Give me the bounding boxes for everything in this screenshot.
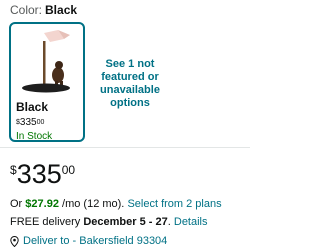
selected-color-value: Black: [45, 3, 78, 17]
swatch-color-name: Black: [16, 100, 49, 114]
installment-term: /mo (12 mo).: [62, 198, 125, 210]
color-label: Color:: [10, 3, 43, 17]
swatch-price: $33500: [16, 117, 45, 128]
swatch-stock-status: In Stock: [16, 131, 53, 142]
product-thumbnail-image: [14, 27, 80, 95]
location-pin-icon: [10, 236, 19, 247]
delivery-date: December 5 - 27: [83, 216, 168, 228]
delivery-details-link[interactable]: Details: [174, 216, 208, 228]
section-divider: [0, 147, 250, 148]
color-swatch-black[interactable]: Black $33500 In Stock: [9, 22, 85, 142]
deliver-to-location-link[interactable]: Deliver to - Bakersfield 93304: [10, 235, 167, 248]
see-unavailable-options-link[interactable]: See 1 not featured or unavailable option…: [95, 58, 165, 110]
installment-prefix: Or: [10, 198, 23, 210]
price-currency-symbol: $: [10, 163, 17, 177]
delivery-prefix: FREE delivery: [10, 216, 81, 228]
installment-amount: $27.92: [25, 198, 59, 210]
installment-offer: Or $27.92 /mo (12 mo). Select from 2 pla…: [10, 198, 222, 211]
price-fraction: 00: [61, 163, 76, 177]
product-price: $33500: [10, 160, 75, 193]
delivery-info: FREE delivery December 5 - 27. Details: [10, 216, 208, 228]
deliver-to-text: Deliver to - Bakersfield 93304: [23, 235, 168, 247]
select-plans-link[interactable]: Select from 2 plans: [127, 198, 221, 210]
color-selector-label: Color: Black: [10, 3, 77, 17]
price-whole: 335: [16, 159, 62, 189]
